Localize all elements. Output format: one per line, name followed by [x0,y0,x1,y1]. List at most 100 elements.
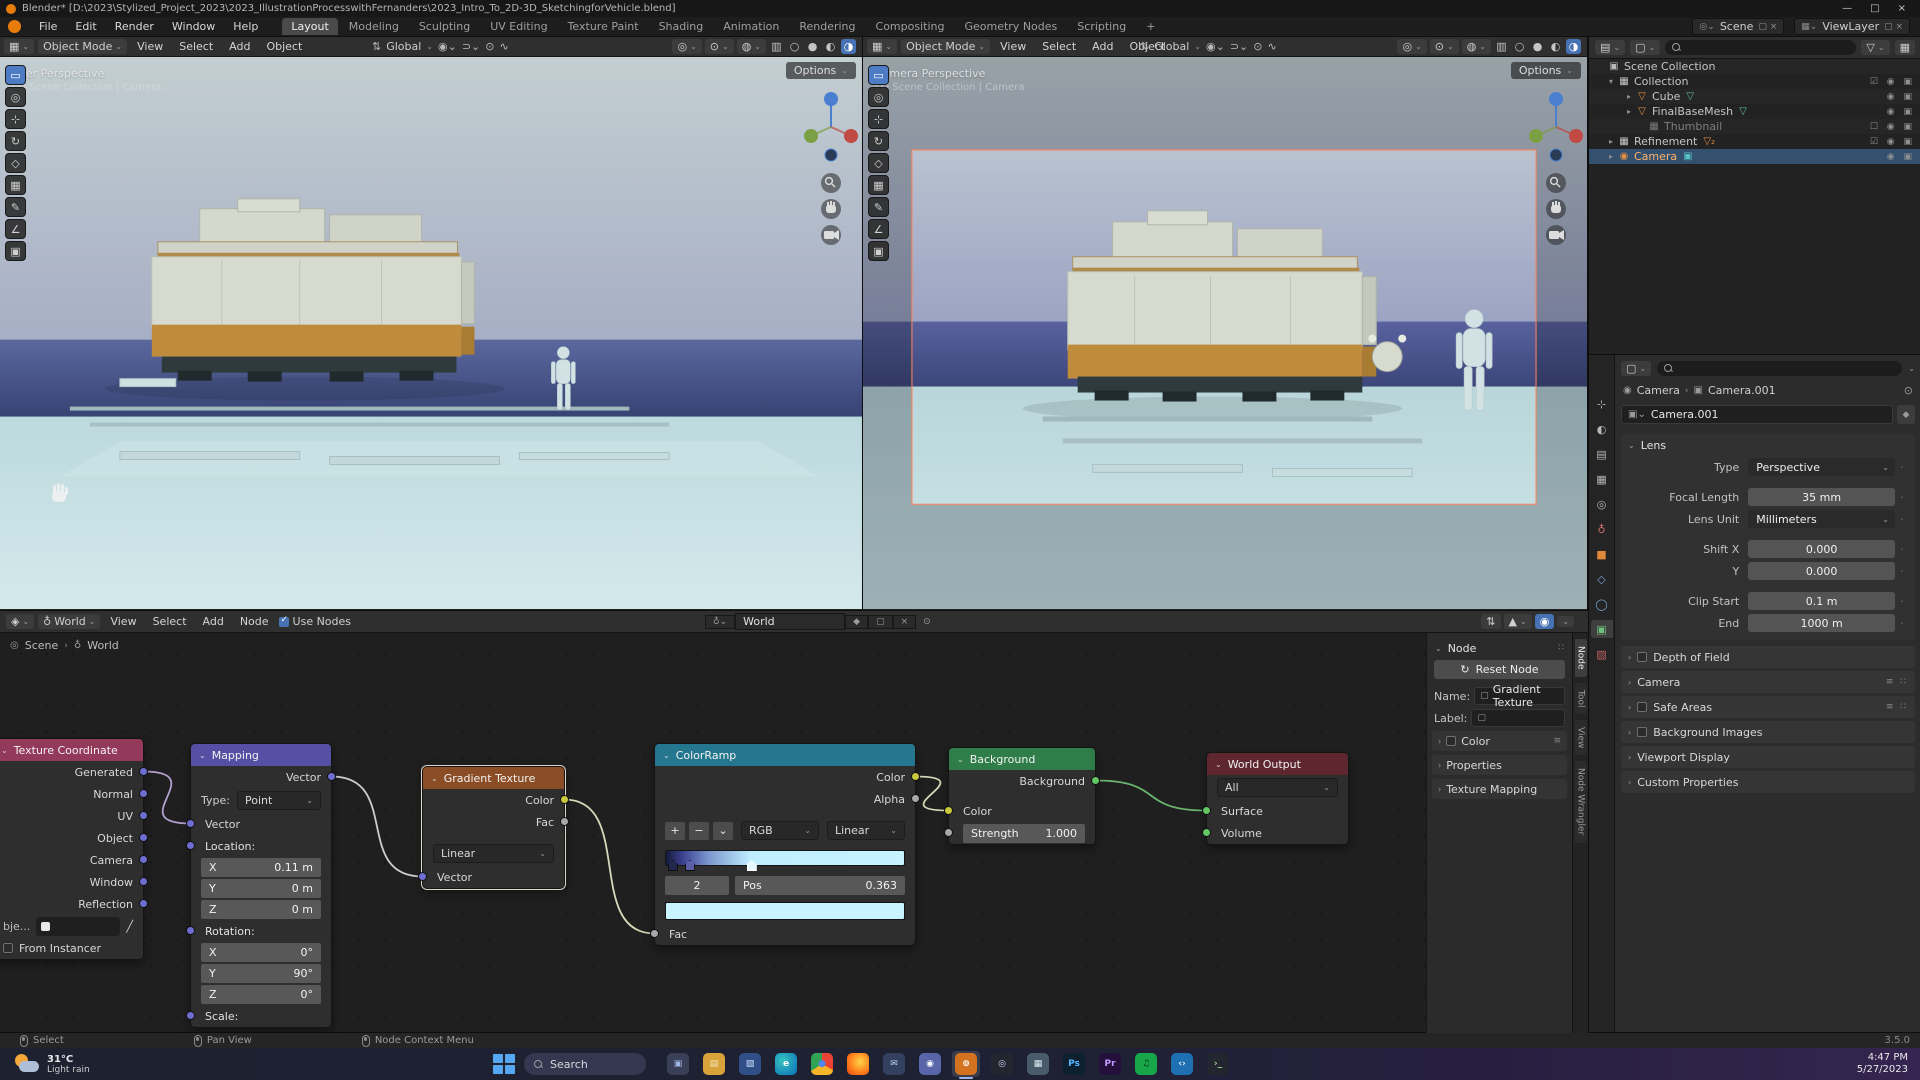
viewport-menu[interactable]: Object [260,39,308,54]
outliner-item-label[interactable]: FinalBaseMesh [1652,105,1733,118]
tool-button[interactable]: ↻ [868,131,889,151]
shading-mode-button[interactable]: ◑ [1566,39,1581,54]
animate-dot[interactable]: · [1895,617,1909,630]
menu-item[interactable]: Help [225,18,266,35]
snap-magnet-icon[interactable]: ⊃⌄ [1230,40,1248,53]
camera-view-button[interactable] [821,225,841,245]
workspace-tab[interactable]: Animation [714,18,788,35]
node-panel-header[interactable]: ⌄Node∷ [1432,638,1567,658]
tool-button[interactable]: ▦ [868,175,889,195]
camera-view-button[interactable] [1546,225,1566,245]
panel-checkbox[interactable] [1637,652,1647,662]
viewport-menu[interactable]: Select [173,39,219,54]
node-dropdown[interactable]: Linear⌄ [433,844,554,863]
snap-icon[interactable]: ▲⌄ [1504,614,1532,629]
sidebar-tab[interactable]: Node Wrangler [1575,761,1587,842]
ramp-stop[interactable] [685,860,695,871]
ramp-menu-button[interactable]: ⌄ [713,822,733,840]
workspace-tab[interactable]: + [1137,18,1164,35]
tool-button[interactable]: ▣ [868,241,889,261]
animate-dot[interactable]: · [1895,513,1909,526]
visibility-icons[interactable]: ◉ ▣ [1887,107,1917,117]
properties-options-icon[interactable]: ⌄ [1908,364,1915,373]
fake-user-button[interactable]: ◆ [845,615,868,629]
property-value-field[interactable]: Millimeters [1748,510,1895,528]
properties-tab[interactable]: ▦ [1591,470,1613,488]
tool-button[interactable]: ▭ [5,65,26,85]
properties-tab[interactable]: ⊹ [1591,395,1613,413]
property-value-field[interactable]: 35 mm [1748,488,1895,506]
node-editor-menu[interactable]: Node [234,614,275,629]
visibility-icons[interactable]: ◉ ▣ [1887,92,1917,102]
node-header[interactable]: ⌄Mapping [191,744,331,766]
viewport-right-canvas[interactable]: Camera Perspective (1) Scene Collection … [863,57,1587,610]
sidebar-section[interactable]: › Properties [1432,755,1567,775]
shading-mode-button[interactable]: ◐ [823,39,838,54]
xray-toggle[interactable]: ▥ [769,39,784,54]
expand-arrow-icon[interactable]: ▸ [1623,92,1635,101]
input-socket[interactable] [650,929,659,938]
properties-tab[interactable]: ◎ [1591,495,1613,513]
outliner-item-label[interactable]: Cube [1652,90,1680,103]
node-editor-menu[interactable]: Add [197,614,230,629]
close-button[interactable]: × [1898,3,1906,14]
collapsed-panel[interactable]: › Custom Properties [1621,771,1915,793]
output-socket[interactable] [327,772,336,781]
object-field[interactable] [36,917,120,936]
properties-tab[interactable]: ◐ [1591,420,1613,438]
input-socket[interactable] [1202,828,1211,837]
tool-button[interactable]: ∠ [868,219,889,239]
gizmo-z-neg[interactable] [1550,149,1562,161]
tool-button[interactable]: ⊹ [5,109,26,129]
node-name-input[interactable]: ▢Gradient Texture [1474,687,1565,705]
property-value-field[interactable]: 0.000 [1748,562,1895,580]
taskbar-app[interactable]: ›_ [1204,1051,1232,1077]
properties-tab[interactable]: ♁ [1591,520,1613,538]
collapsed-panel[interactable]: › Safe Areas ≡ ∷ [1621,696,1915,718]
collapsed-panel[interactable]: › Depth of Field [1621,646,1915,668]
property-value-field[interactable]: 0.1 m [1748,592,1895,610]
viewport-left-canvas[interactable]: User Perspective (1) Scene Collection | … [0,57,862,610]
node-colorramp[interactable]: ⌄ColorRampColorAlpha+−⌄RGB⌄Linear⌄2Pos0.… [654,743,916,946]
object-visibility-dropdown[interactable]: ◎⌄ [672,39,701,54]
datablock-name-field[interactable]: ▣⌄Camera.001 [1621,405,1893,424]
expand-arrow-icon[interactable]: ▸ [1605,137,1617,146]
outliner-row[interactable]: ▾ ▦ Collection ☑ ◉ ▣ [1589,74,1920,89]
taskbar-clock[interactable]: 4:47 PM 5/27/2023 [1857,1052,1908,1076]
input-socket[interactable] [944,806,953,815]
input-socket[interactable] [186,841,195,850]
pan-hand-button[interactable] [821,199,841,219]
start-button[interactable] [492,1053,514,1075]
node-canvas[interactable]: ◎ Scene › ♁ World ⌄Node∷ ↻Reset Node Nam… [0,633,1588,1033]
ramp-stop[interactable] [747,860,757,871]
gizmos-dropdown[interactable]: ⊙⌄ [1430,39,1459,54]
weather-widget[interactable]: 31°CLight rain [14,1053,90,1075]
properties-tab[interactable]: ▣ [1591,620,1613,638]
outliner-row[interactable]: ▸ ▽ Cube ▽ ◉ ▣ [1589,89,1920,104]
input-socket[interactable] [186,1011,195,1020]
minimize-button[interactable]: — [1842,3,1852,14]
orientation-dropdown[interactable]: Global [386,40,421,53]
property-value-field[interactable]: 0.000 [1748,540,1895,558]
ramp-remove-button[interactable]: − [689,822,709,840]
node-world-output[interactable]: ⌄World OutputAll⌄SurfaceVolume [1206,752,1349,845]
input-socket[interactable] [186,819,195,828]
pivot-icon[interactable]: ◉⌄ [1206,40,1225,53]
proportional-edit-icon[interactable]: ⊙ [485,40,494,53]
unlink-button[interactable]: × [893,615,917,629]
collapsed-panel[interactable]: › Camera ≡ ∷ [1621,671,1915,693]
taskbar-app[interactable] [844,1051,872,1077]
property-value-field[interactable]: 1000 m [1748,614,1895,632]
tool-button[interactable]: ▦ [5,175,26,195]
node-header[interactable]: ⌄ColorRamp [655,744,915,766]
datablock-name[interactable]: World [735,613,845,630]
taskbar-app[interactable]: ‹› [1168,1051,1196,1077]
node-number-field[interactable]: Y90° [201,964,321,983]
tool-button[interactable]: ◎ [868,87,889,107]
input-socket[interactable] [418,872,427,881]
expand-arrow-icon[interactable]: ▾ [1605,77,1617,86]
outliner-search-input[interactable] [1665,40,1856,55]
shading-mode-button[interactable]: ● [805,39,820,54]
taskbar-app[interactable]: ✉ [880,1051,908,1077]
visibility-icons[interactable]: ◉ ▣ [1887,152,1917,162]
